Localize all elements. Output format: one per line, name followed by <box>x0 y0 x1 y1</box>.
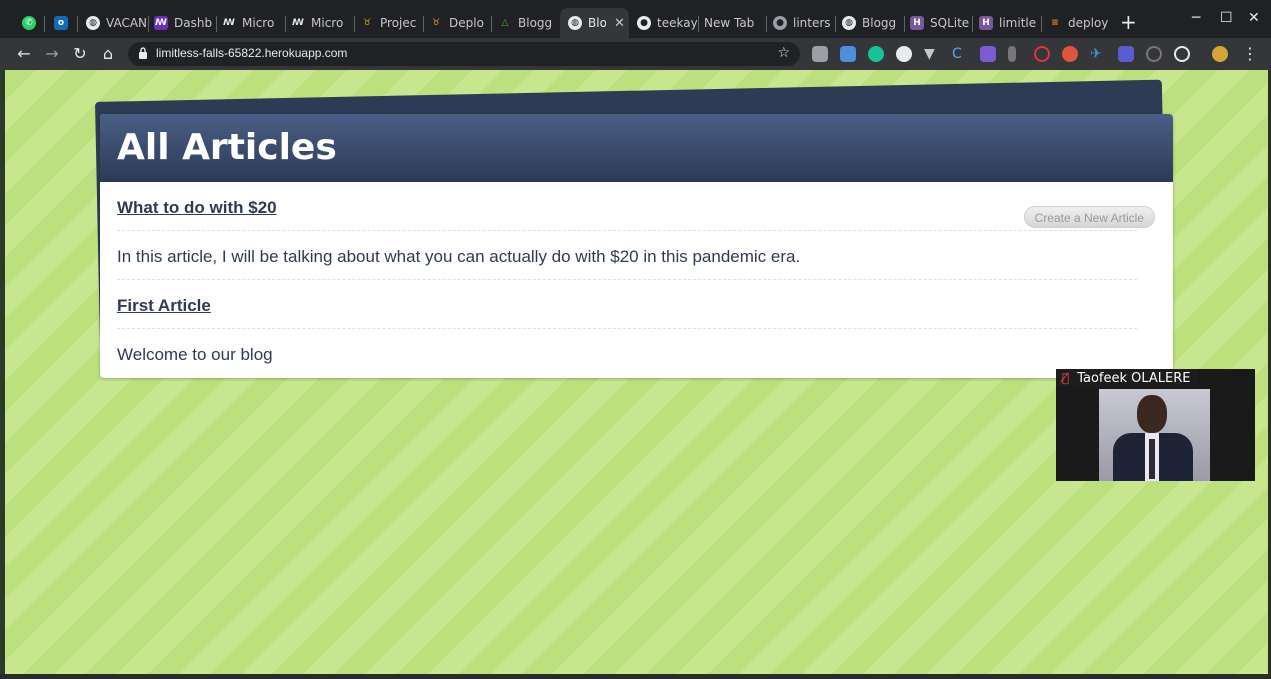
profile-avatar[interactable] <box>1212 46 1228 62</box>
tab-strip: ✆ o ◍ VACAN ꟿ Dashb ꟿ Micro ꟿ Micro ♉ Pr… <box>0 8 1271 38</box>
home-icon[interactable]: ⌂ <box>98 44 118 64</box>
whatsapp-icon: ✆ <box>22 16 36 30</box>
outlook-icon: o <box>54 16 68 30</box>
project-icon: ♉ <box>431 18 441 28</box>
vue-devtools-icon[interactable]: ▼ <box>924 46 940 62</box>
extension-w-icon[interactable] <box>1174 46 1190 62</box>
extension-red-ring-icon[interactable] <box>1034 46 1050 62</box>
microverse-icon: ꟿ <box>154 16 168 30</box>
stackoverflow-icon: ≡ <box>1051 18 1059 28</box>
bookmark-star-icon[interactable]: ☆ <box>777 45 790 61</box>
extension-box-icon[interactable] <box>812 46 828 62</box>
tab-title: linters <box>793 16 831 30</box>
tab-deploy[interactable]: ♉ Deplo <box>421 8 491 38</box>
articles-list: What to do with $20 In this article, I w… <box>100 182 1173 378</box>
extension-c-icon[interactable]: C <box>952 46 968 62</box>
tab-title: Blo <box>588 16 606 30</box>
tab-sqlite[interactable]: H SQLite <box>902 8 972 38</box>
calendar-extension-icon[interactable] <box>980 46 996 62</box>
tab-title: Blogg <box>518 16 553 30</box>
tab-limitless[interactable]: H limitle <box>971 8 1041 38</box>
extension-edit-icon[interactable] <box>840 46 856 62</box>
extension-circle-icon[interactable] <box>896 46 912 62</box>
participant-video <box>1099 389 1210 481</box>
kebab-menu-icon[interactable]: ⋮ <box>1240 44 1260 64</box>
tab-title: New Tab <box>704 16 755 30</box>
extension-small-icon[interactable] <box>1008 46 1016 62</box>
tab-blogger-2[interactable]: ◍ Blogg <box>834 8 904 38</box>
article-body: Welcome to our blog <box>117 345 273 364</box>
close-icon[interactable]: ✕ <box>614 16 625 31</box>
heroku-icon: H <box>910 16 924 30</box>
globe-icon: ◍ <box>86 16 100 30</box>
card-header: All Articles <box>100 114 1173 182</box>
tab-project[interactable]: ♉ Projec <box>352 8 422 38</box>
minimize-icon[interactable]: ─ <box>1192 10 1200 26</box>
heroku-icon: H <box>979 16 993 30</box>
new-tab-button[interactable]: + <box>1120 12 1137 32</box>
window-close-icon[interactable]: ✕ <box>1248 10 1260 26</box>
article-title-link[interactable]: What to do with $20 <box>117 182 1137 231</box>
reload-icon[interactable]: ↻ <box>70 44 90 64</box>
github-icon: ● <box>637 16 651 30</box>
video-call-tile[interactable]: 🎙̸ Taofeek OLALERE <box>1056 369 1255 481</box>
tab-title: teekay <box>657 16 697 30</box>
browser-chrome: ✆ o ◍ VACAN ꟿ Dashb ꟿ Micro ꟿ Micro ♉ Pr… <box>0 0 1271 70</box>
extension-grey-icon[interactable] <box>1146 46 1162 62</box>
extension-k-icon[interactable] <box>1062 46 1078 62</box>
forward-arrow-icon[interactable]: → <box>42 44 62 64</box>
tab-title: Dashb <box>174 16 213 30</box>
github-icon: ● <box>773 16 787 30</box>
tab-microverse-1[interactable]: ꟿ Micro <box>214 8 284 38</box>
tab-vacan[interactable]: ◍ VACAN <box>78 8 148 38</box>
tab-outlook[interactable]: o <box>46 8 76 38</box>
tab-teekay[interactable]: ● teekay <box>629 8 699 38</box>
tab-title: Micro <box>242 16 275 30</box>
browser-toolbar: ← → ↻ ⌂ limitless-falls-65822.herokuapp.… <box>0 38 1271 70</box>
microverse-icon: ꟿ <box>223 18 235 28</box>
tab-whatsapp[interactable]: ✆ <box>14 8 44 38</box>
project-icon: ♉ <box>362 18 372 28</box>
participant-name: Taofeek OLALERE <box>1077 370 1191 386</box>
article-title-link[interactable]: First Article <box>117 280 1137 329</box>
lock-icon <box>139 47 147 59</box>
tab-title: Blogg <box>862 16 897 30</box>
tab-title: Deplo <box>449 16 484 30</box>
tab-title: Micro <box>311 16 344 30</box>
tab-title: deploy <box>1068 16 1108 30</box>
create-article-button[interactable]: Create a New Article <box>1023 206 1155 228</box>
url-text: limitless-falls-65822.herokuapp.com <box>156 46 348 60</box>
tab-title: SQLite <box>930 16 970 30</box>
article-body: In this article, I will be talking about… <box>117 231 1137 280</box>
articles-card: All Articles What to do with $20 In this… <box>100 114 1173 378</box>
zoom-extension-icon[interactable] <box>1118 46 1134 62</box>
tab-deploy-so[interactable]: ≡ deploy <box>1040 8 1110 38</box>
tab-blogger[interactable]: △ Blogg <box>490 8 560 38</box>
tab-microverse-2[interactable]: ꟿ Micro <box>283 8 353 38</box>
back-arrow-icon[interactable]: ← <box>14 44 34 64</box>
microverse-icon: ꟿ <box>292 18 304 28</box>
tab-linters[interactable]: ● linters <box>765 8 835 38</box>
tab-dashboard[interactable]: ꟿ Dashb <box>146 8 216 38</box>
tab-blog-active[interactable]: ◍ Blo ✕ <box>560 8 629 38</box>
globe-icon: ◍ <box>842 16 856 30</box>
maximize-icon[interactable]: ☐ <box>1220 10 1233 26</box>
window-bottom-edge <box>0 674 1271 679</box>
tab-title: limitle <box>999 16 1037 30</box>
address-bar[interactable]: limitless-falls-65822.herokuapp.com ☆ <box>128 42 800 66</box>
grammarly-icon[interactable] <box>868 46 884 62</box>
participant-name-label: 🎙̸ Taofeek OLALERE <box>1056 369 1197 387</box>
blogger-icon: △ <box>501 18 509 28</box>
page-title: All Articles <box>117 127 337 168</box>
tab-title: Projec <box>380 16 417 30</box>
tab-newtab[interactable]: New Tab <box>696 8 766 38</box>
extension-plane-icon[interactable]: ✈ <box>1090 46 1106 62</box>
globe-icon: ◍ <box>568 16 582 30</box>
muted-mic-icon: 🎙̸ <box>1062 371 1070 385</box>
tab-title: VACAN <box>106 16 146 30</box>
